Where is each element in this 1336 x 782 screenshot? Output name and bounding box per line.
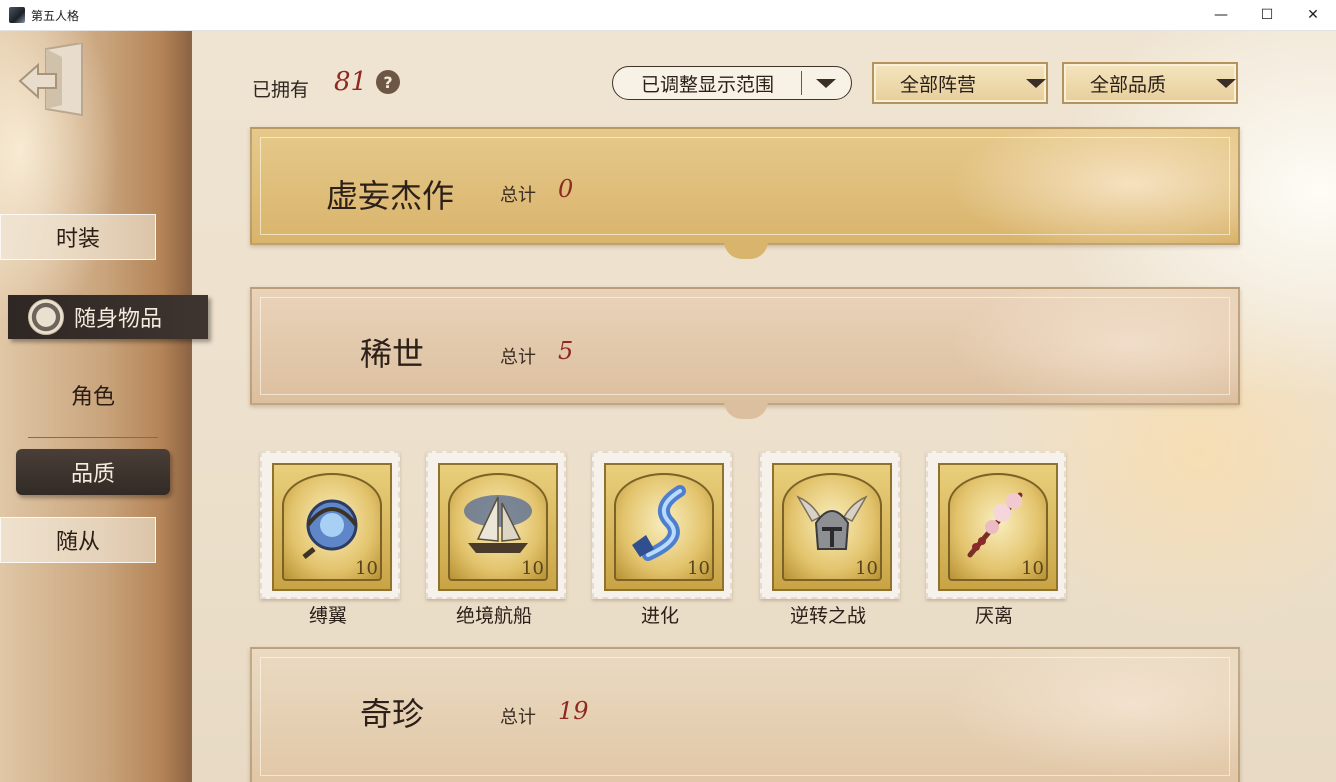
item-stamp: 10: [592, 451, 732, 599]
stamp-number: 10: [521, 558, 544, 579]
item-card[interactable]: 10 厌离: [924, 451, 1066, 631]
close-button[interactable]: ✕: [1290, 0, 1336, 30]
dropdown-separator: [801, 71, 802, 95]
astrolabe-icon: [302, 499, 358, 559]
sidebar-item-role[interactable]: 角色: [0, 373, 186, 417]
item-name: 进化: [640, 605, 679, 627]
item-stamp: 10: [760, 451, 900, 599]
back-button[interactable]: [16, 41, 88, 119]
maximize-button[interactable]: ☐: [1244, 0, 1290, 30]
blossom-staff-icon: [967, 492, 1023, 558]
display-range-dropdown[interactable]: 已调整显示范围: [612, 66, 852, 100]
owned-count: 81: [334, 67, 368, 97]
accessory-emblem-icon: [28, 299, 64, 335]
item-card[interactable]: 10 缚翼: [258, 451, 400, 631]
winged-helmet-icon: [796, 495, 868, 550]
help-icon[interactable]: ?: [376, 70, 400, 94]
item-card[interactable]: 10 逆转之战: [758, 451, 900, 631]
group-total-label: 总计: [500, 707, 536, 728]
stamp-number: 10: [1021, 558, 1044, 579]
item-name: 绝境航船: [455, 605, 532, 627]
group-total-value: 5: [558, 337, 574, 365]
group-title: 稀世: [360, 335, 425, 373]
quality-filter-dropdown[interactable]: 全部品质: [1062, 62, 1238, 104]
group-title: 虚妄杰作: [326, 177, 455, 215]
stamp-number: 10: [355, 558, 378, 579]
group-banner-rare[interactable]: 稀世 总计 5: [250, 287, 1240, 419]
owned-label: 已拥有: [252, 79, 310, 101]
evolution-crystal-icon: [632, 485, 686, 561]
sailing-ship-icon: [464, 495, 532, 553]
item-card[interactable]: 10 绝境航船: [424, 451, 566, 631]
window-titlebar: 第五人格 — ☐ ✕: [0, 0, 1336, 31]
app-icon: [9, 7, 25, 23]
sidebar-item-label: 角色: [70, 385, 115, 410]
display-range-label: 已调整显示范围: [641, 73, 775, 96]
sidebar-item-follower[interactable]: 随从: [0, 517, 156, 563]
game-area: 时装 随身物品 角色 品质 随从 已拥有 81 ? 已调整显示范围 全部阵营 全…: [0, 31, 1336, 782]
sidebar-item-quality[interactable]: 品质: [16, 449, 170, 495]
chevron-down-icon: [816, 78, 836, 88]
stamp-number: 10: [855, 558, 878, 579]
banner-notch: [724, 241, 768, 259]
item-stamp: 10: [926, 451, 1066, 599]
minimize-button[interactable]: —: [1198, 0, 1244, 30]
item-stamp: 10: [426, 451, 566, 599]
faction-filter-dropdown[interactable]: 全部阵营: [872, 62, 1048, 104]
exit-door-icon: [18, 41, 83, 117]
sidebar-item-costume[interactable]: 时装: [0, 214, 156, 260]
quality-filter-label: 全部品质: [1090, 73, 1167, 96]
window-controls: — ☐ ✕: [1198, 0, 1336, 30]
sidebar-item-label: 时装: [55, 227, 100, 252]
group-total-label: 总计: [500, 185, 536, 206]
item-stamp: 10: [260, 451, 400, 599]
item-name: 缚翼: [308, 605, 347, 627]
group-banner-masterpiece[interactable]: 虚妄杰作 总计 0: [250, 127, 1240, 259]
item-name: 厌离: [974, 605, 1013, 627]
stamp-number: 10: [687, 558, 710, 579]
sidebar-item-accessory[interactable]: 随身物品: [8, 295, 208, 339]
group-total-value: 0: [558, 175, 574, 203]
chevron-down-icon: [1216, 78, 1236, 88]
sidebar-item-label: 随从: [55, 530, 100, 555]
group-total-value: 19: [558, 697, 589, 725]
chevron-down-icon: [1026, 78, 1046, 88]
item-name: 逆转之战: [789, 605, 866, 627]
sidebar-divider: [28, 437, 158, 438]
group-banner-treasure[interactable]: 奇珍 总计 19: [250, 647, 1240, 782]
sidebar: 时装 随身物品 角色 品质 随从: [0, 31, 208, 782]
item-card[interactable]: 10 进化: [590, 451, 732, 631]
banner-notch: [724, 401, 768, 419]
window-title: 第五人格: [31, 8, 80, 23]
group-title: 奇珍: [360, 695, 425, 733]
sidebar-item-label: 品质: [70, 462, 115, 487]
group-total-label: 总计: [500, 347, 536, 368]
sidebar-item-label: 随身物品: [74, 307, 163, 332]
faction-filter-label: 全部阵营: [900, 73, 977, 96]
